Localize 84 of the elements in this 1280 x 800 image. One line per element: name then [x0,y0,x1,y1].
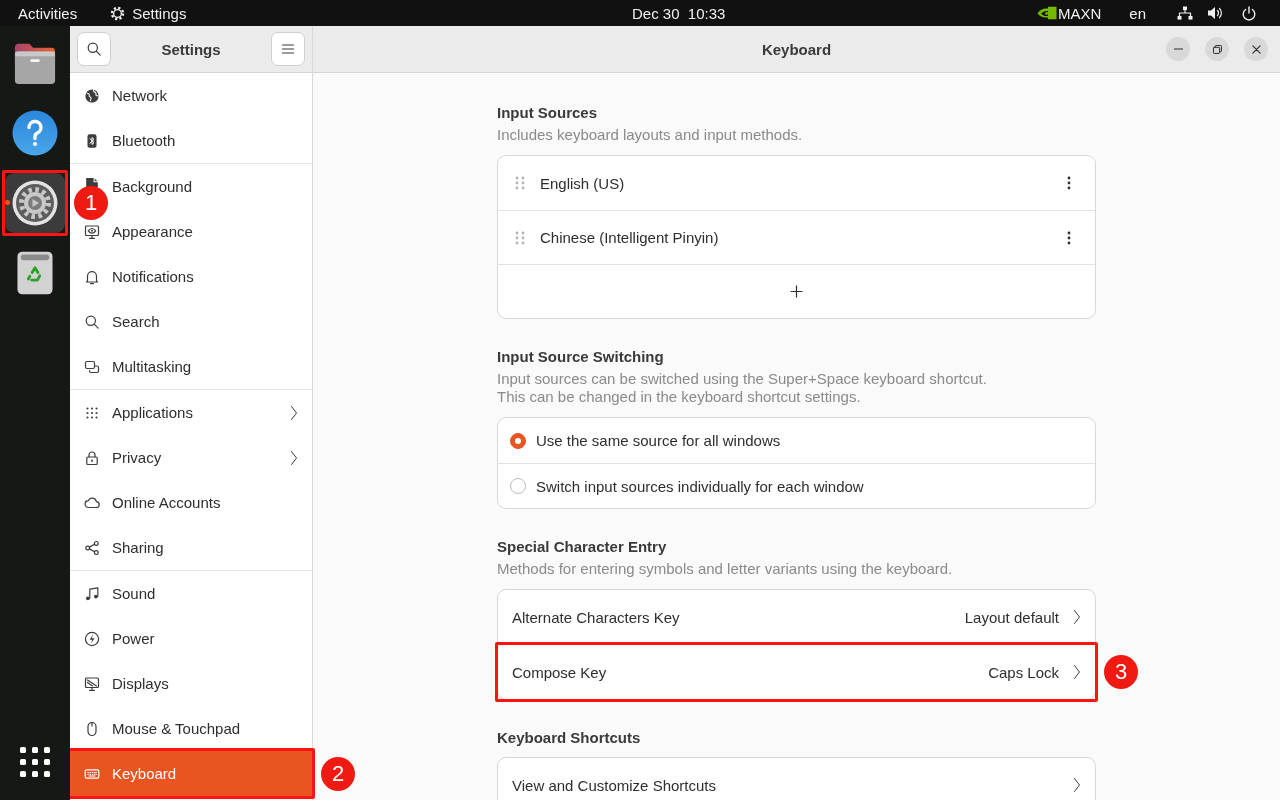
power-bolt-icon [84,630,100,647]
power-icon[interactable] [1242,5,1256,21]
radio-option[interactable]: Use the same source for all windows [498,418,1095,463]
kebab-menu-icon [1067,230,1071,245]
sidebar-item[interactable]: Applications [70,390,312,435]
window-title: Keyboard [761,40,832,58]
monitor-icon [84,675,100,692]
sidebar-item[interactable]: Online Accounts [70,480,312,525]
search-icon [84,313,100,330]
sidebar-item[interactable]: Notifications [70,254,312,299]
section-heading: Special Character Entry [497,537,668,557]
chevron-right-icon [1073,664,1081,680]
restore-icon [1212,44,1222,54]
plus-icon [790,285,803,298]
section-heading: Input Source Switching [497,347,665,367]
drag-handle-icon[interactable] [515,176,525,190]
menu-icon [282,44,294,54]
setting-value: Layout default [964,608,1059,626]
sidebar-item[interactable]: Bluetooth [70,118,312,163]
menu-button[interactable] [271,32,305,66]
monitor-eye-icon [84,223,100,240]
speaker-icon[interactable] [1207,6,1223,20]
windows-icon [84,358,100,375]
chevron-right-icon [1073,777,1081,793]
sidebar-item[interactable]: Keyboard [70,751,312,796]
search-icon [86,41,102,57]
section-description: Includes keyboard layouts and input methods. [497,126,804,144]
keyboard-layout-indicator[interactable]: en [1129,0,1146,26]
sidebar-item[interactable]: Multitasking [70,344,312,389]
search-button[interactable] [77,32,111,66]
file-drawer-icon [12,41,58,85]
section-heading: Keyboard Shortcuts [497,728,642,748]
sidebar-item[interactable]: Displays [70,661,312,706]
sidebar-title: Settings [161,40,221,58]
setting-value: Caps Lock [988,663,1059,681]
input-source-name: English (US) [540,174,626,192]
sidebar-item[interactable]: Search [70,299,312,344]
setting-row[interactable]: View and Customize Shortcuts [498,758,1095,800]
section-description: Methods for entering symbols and letter variants using the keyboard. [497,560,954,578]
dock-launcher[interactable] [5,173,65,233]
dot-grid-icon [84,404,100,421]
setting-row[interactable]: Compose Key Caps Lock [498,645,1095,699]
network-icon[interactable] [1177,6,1193,20]
gear-icon [110,5,126,21]
activities-button[interactable]: Activities [18,0,78,26]
lock-icon [84,449,100,466]
section-heading: Input Sources [497,103,598,123]
sidebar-item[interactable]: Mouse & Touchpad [70,706,312,751]
chevron-right-icon [1073,609,1081,625]
bell-icon [84,268,100,285]
setting-label: Alternate Characters Key [512,608,680,626]
globe-icon [84,87,100,104]
highlight-frame [2,170,68,236]
music-note-icon [84,585,100,602]
input-source-name: Chinese (Intelligent Pinyin) [540,229,720,246]
section-description: Input sources can be switched using the Super+Space keyboard shortcut. This can be changed in the keyboard shortcut settings. [497,370,988,406]
clock[interactable]: Dec 30 10:33 [632,0,726,26]
setting-label: View and Customize Shortcuts [512,776,716,794]
minimize-icon [1173,48,1183,50]
sidebar-item[interactable]: Sharing [70,525,312,570]
radio-option[interactable]: Switch input sources individually for each window [498,463,1095,508]
close-icon [1251,44,1261,54]
sidebar-item[interactable]: Network [70,73,312,118]
kebab-menu-icon [1067,176,1071,190]
app-grid-icon [20,747,50,777]
sidebar-item[interactable]: Sound [70,571,312,616]
trash-icon [17,251,53,295]
mouse-icon [84,720,100,737]
close-button[interactable] [1244,37,1268,61]
gear-icon [12,180,58,226]
drag-handle-icon[interactable] [515,230,525,245]
sidebar-item[interactable]: Power [70,616,312,661]
restore-button[interactable] [1205,37,1229,61]
share-icon [84,539,100,556]
setting-label: Compose Key [512,663,607,681]
picture-icon [86,178,98,187]
power-mode-indicator[interactable]: MAXN [1036,0,1102,26]
app-menu[interactable]: Settings [110,0,187,26]
setting-row[interactable]: Alternate Characters Key Layout default [498,590,1095,644]
minimize-button[interactable] [1166,37,1190,61]
step-marker: 3 [1104,655,1138,689]
sidebar-item[interactable]: Privacy [70,435,312,480]
eye-logo-icon [1036,6,1057,20]
help-icon [12,110,58,156]
